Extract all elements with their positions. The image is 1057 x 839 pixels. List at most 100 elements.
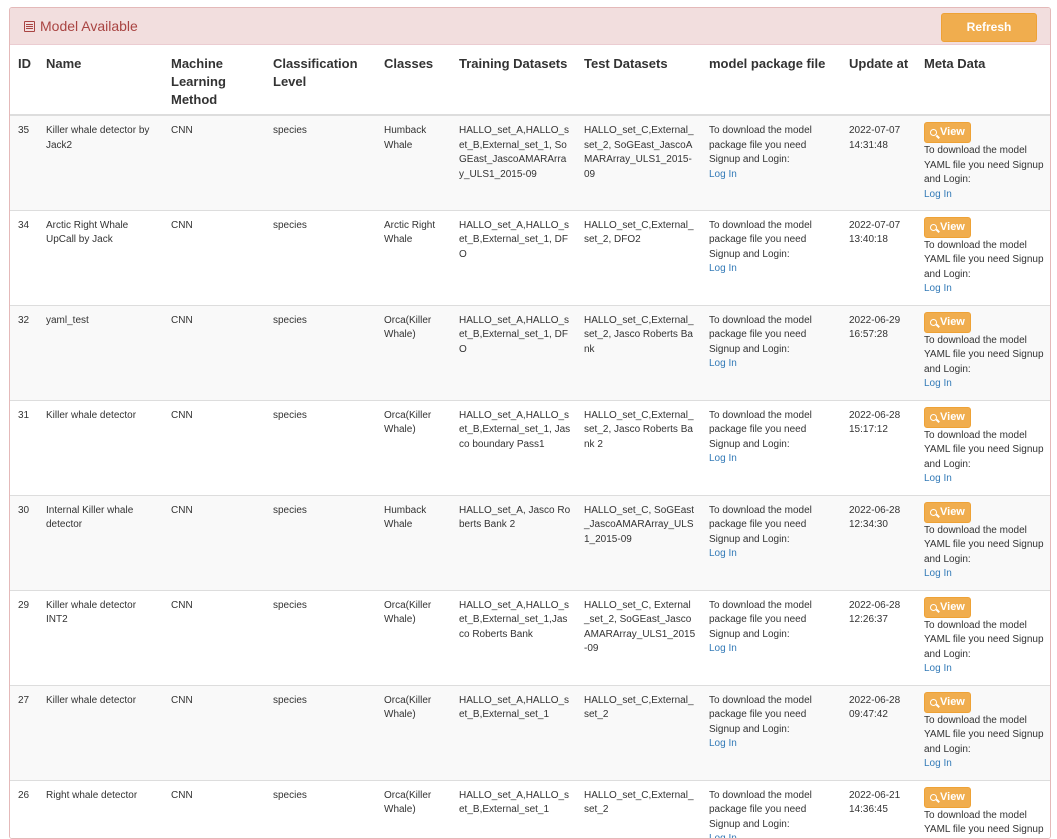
meta-login-link[interactable]: Log In	[924, 473, 952, 484]
package-login-text: To download the model package file you n…	[709, 790, 812, 830]
cell-level: species	[265, 400, 376, 495]
table-row: 30Internal Killer whale detectorCNNspeci…	[10, 495, 1050, 590]
col-training-header[interactable]: Training Datasets	[451, 45, 576, 115]
cell-updated: 2022-06-29 16:57:28	[841, 305, 916, 400]
cell-method: CNN	[163, 210, 265, 305]
search-icon	[930, 129, 937, 136]
cell-level: species	[265, 495, 376, 590]
view-label: View	[940, 125, 965, 140]
meta-login-text: To download the model YAML file you need…	[924, 144, 1045, 188]
meta-login-link[interactable]: Log In	[924, 283, 952, 294]
cell-training: HALLO_set_A,HALLO_set_B,External_set_1	[451, 685, 576, 780]
view-button[interactable]: View	[924, 312, 971, 333]
cell-updated: 2022-06-28 12:34:30	[841, 495, 916, 590]
meta-login-text: To download the model YAML file you need…	[924, 334, 1045, 378]
col-id-header[interactable]: ID	[10, 45, 38, 115]
cell-test: HALLO_set_C, External_set_2, SoGEast_Jas…	[576, 590, 701, 685]
cell-test: HALLO_set_C,External_set_2	[576, 685, 701, 780]
cell-meta: View To download the model YAML file you …	[916, 210, 1050, 305]
col-test-header[interactable]: Test Datasets	[576, 45, 701, 115]
cell-package: To download the model package file you n…	[701, 400, 841, 495]
view-button[interactable]: View	[924, 692, 971, 713]
cell-training: HALLO_set_A,HALLO_set_B,External_set_1	[451, 780, 576, 839]
view-label: View	[940, 220, 965, 235]
package-login-link[interactable]: Log In	[709, 263, 737, 274]
cell-training: HALLO_set_A,HALLO_set_B,External_set_1,J…	[451, 590, 576, 685]
package-login-link[interactable]: Log In	[709, 643, 737, 654]
meta-login-link[interactable]: Log In	[924, 663, 952, 674]
cell-name: Right whale detector	[38, 780, 163, 839]
cell-meta: View To download the model YAML file you …	[916, 400, 1050, 495]
package-login-text: To download the model package file you n…	[709, 315, 812, 355]
refresh-button[interactable]: Refresh	[941, 13, 1037, 42]
view-button[interactable]: View	[924, 787, 971, 808]
package-login-link[interactable]: Log In	[709, 548, 737, 559]
meta-login-text: To download the model YAML file you need…	[924, 619, 1045, 663]
cell-name: Killer whale detector	[38, 685, 163, 780]
cell-name: Killer whale detector INT2	[38, 590, 163, 685]
col-method-header[interactable]: Machine Learning Method	[163, 45, 265, 115]
cell-classes: Orca(Killer Whale)	[376, 590, 451, 685]
search-icon	[930, 509, 937, 516]
cell-method: CNN	[163, 400, 265, 495]
meta-login-link[interactable]: Log In	[924, 378, 952, 389]
meta-login-link[interactable]: Log In	[924, 189, 952, 200]
package-login-link[interactable]: Log In	[709, 358, 737, 369]
cell-level: species	[265, 115, 376, 210]
package-login-link[interactable]: Log In	[709, 738, 737, 749]
cell-id: 32	[10, 305, 38, 400]
package-login-link[interactable]: Log In	[709, 169, 737, 180]
meta-login-text: To download the model YAML file you need…	[924, 809, 1045, 839]
meta-login-text: To download the model YAML file you need…	[924, 239, 1045, 283]
cell-name: Arctic Right Whale UpCall by Jack	[38, 210, 163, 305]
cell-classes: Arctic Right Whale	[376, 210, 451, 305]
cell-level: species	[265, 685, 376, 780]
cell-name: Killer whale detector	[38, 400, 163, 495]
panel-heading: Model Available Refresh	[10, 8, 1050, 45]
cell-id: 35	[10, 115, 38, 210]
view-button[interactable]: View	[924, 217, 971, 238]
view-button[interactable]: View	[924, 407, 971, 428]
view-button[interactable]: View	[924, 502, 971, 523]
cell-classes: Orca(Killer Whale)	[376, 685, 451, 780]
cell-id: 29	[10, 590, 38, 685]
cell-id: 26	[10, 780, 38, 839]
cell-meta: ViewTo download the model YAML file you …	[916, 495, 1050, 590]
cell-id: 31	[10, 400, 38, 495]
col-package-header[interactable]: model package file	[701, 45, 841, 115]
view-label: View	[940, 315, 965, 330]
cell-package: To download the model package file you n…	[701, 210, 841, 305]
view-label: View	[940, 695, 965, 710]
cell-training: HALLO_set_A,HALLO_set_B,External_set_1, …	[451, 210, 576, 305]
view-label: View	[940, 790, 965, 805]
search-icon	[930, 414, 937, 421]
table-row: 29Killer whale detector INT2CNNspeciesOr…	[10, 590, 1050, 685]
cell-level: species	[265, 305, 376, 400]
cell-package: To download the model package file you n…	[701, 495, 841, 590]
cell-name: Killer whale detector by Jack2	[38, 115, 163, 210]
meta-login-link[interactable]: Log In	[924, 568, 952, 579]
view-button[interactable]: View	[924, 597, 971, 618]
col-name-header[interactable]: Name	[38, 45, 163, 115]
col-classes-header[interactable]: Classes	[376, 45, 451, 115]
col-level-header[interactable]: Classification Level	[265, 45, 376, 115]
cell-id: 27	[10, 685, 38, 780]
package-login-text: To download the model package file you n…	[709, 600, 812, 640]
view-button[interactable]: View	[924, 122, 971, 143]
col-meta-header[interactable]: Meta Data	[916, 45, 1050, 115]
table-row: 32yaml_testCNNspeciesOrca(Killer Whale)H…	[10, 305, 1050, 400]
table-row: 34Arctic Right Whale UpCall by JackCNNsp…	[10, 210, 1050, 305]
meta-login-text: To download the model YAML file you need…	[924, 429, 1045, 473]
meta-login-link[interactable]: Log In	[924, 758, 952, 769]
table-row: 31Killer whale detectorCNNspeciesOrca(Ki…	[10, 400, 1050, 495]
search-icon	[930, 604, 937, 611]
view-label: View	[940, 410, 965, 425]
cell-training: HALLO_set_A, Jasco Roberts Bank 2	[451, 495, 576, 590]
search-icon	[930, 224, 937, 231]
models-panel: Model Available Refresh ID Name Machine …	[9, 7, 1051, 839]
package-login-link[interactable]: Log In	[709, 453, 737, 464]
search-icon	[930, 699, 937, 706]
col-updated-header[interactable]: Update at	[841, 45, 916, 115]
package-login-link[interactable]: Log In	[709, 833, 737, 839]
package-login-text: To download the model package file you n…	[709, 220, 812, 260]
